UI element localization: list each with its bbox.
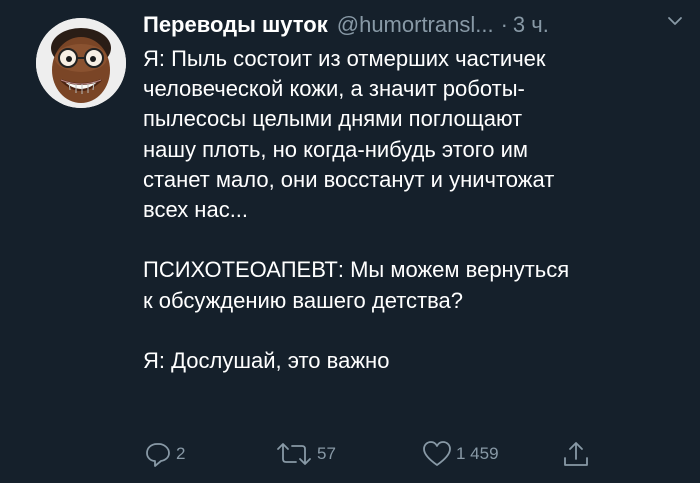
- user-handle[interactable]: @humortransl...: [337, 10, 494, 40]
- tweet-paragraph: Я: Пыль состоит из отмерших частичек чел…: [143, 46, 555, 223]
- reply-icon: [146, 443, 170, 467]
- display-name[interactable]: Переводы шуток: [143, 10, 328, 40]
- reply-button[interactable]: 2: [143, 437, 185, 471]
- tweet: Переводы шуток @humortransl... · 3 ч. Я:…: [0, 0, 700, 483]
- avatar[interactable]: [36, 18, 126, 108]
- timestamp[interactable]: 3 ч.: [513, 10, 549, 40]
- reply-count: 2: [176, 444, 186, 463]
- like-button[interactable]: 1 459: [421, 437, 499, 471]
- like-icon: [423, 441, 451, 466]
- chevron-down-icon[interactable]: [666, 14, 684, 28]
- share-icon: [564, 442, 588, 466]
- action-bar: 2 57 1 459: [143, 437, 603, 471]
- retweet-count: 57: [317, 444, 336, 463]
- tweet-paragraph: ПСИХОТЕОАПЕВТ: Мы можем вернуться к обсу…: [143, 257, 570, 313]
- share-button[interactable]: [561, 437, 594, 471]
- tweet-paragraph: Я: Дослушай, это важно: [143, 348, 390, 373]
- tweet-text: Я: Пыль состоит из отмерших частичек чел…: [143, 44, 691, 376]
- tweet-header: Переводы шуток @humortransl... · 3 ч.: [143, 10, 688, 40]
- retweet-icon: [277, 443, 311, 465]
- retweet-button[interactable]: 57: [274, 437, 336, 471]
- like-count: 1 459: [456, 444, 499, 463]
- avatar-image: [36, 18, 126, 108]
- separator-dot: ·: [500, 12, 508, 37]
